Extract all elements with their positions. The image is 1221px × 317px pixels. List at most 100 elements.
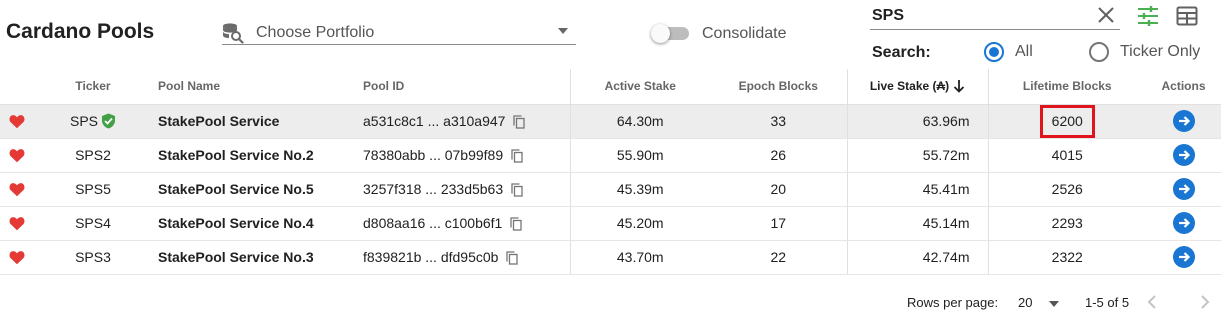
- header-live-stake-label: Live Stake (₳): [869, 79, 950, 94]
- table-row[interactable]: SPS2 StakePool Service No.2 78380abb ...…: [0, 138, 1221, 173]
- lifetime-blocks-cell: 2293: [988, 206, 1146, 241]
- radio-all-label: All: [1015, 43, 1033, 60]
- pool-name-cell: StakePool Service No.5: [152, 172, 352, 207]
- pool-id-text: d808aa16 ... c100b6f1: [363, 215, 503, 231]
- lifetime-blocks-cell: 2526: [988, 172, 1146, 207]
- favorite-cell: [0, 138, 34, 173]
- page-title: Cardano Pools: [6, 20, 155, 43]
- header-active-stake[interactable]: Active Stake: [570, 69, 710, 105]
- pagination-range: 1-5 of 5: [1085, 295, 1130, 310]
- toggle-knob: [651, 24, 670, 43]
- copy-icon[interactable]: [511, 149, 523, 163]
- live-stake-cell: 42.74m: [847, 240, 989, 275]
- portfolio-placeholder: Choose Portfolio: [256, 24, 375, 41]
- ticker-cell: SPS5: [34, 172, 152, 207]
- chevron-down-icon: [558, 28, 568, 34]
- chevron-left-icon[interactable]: [1144, 293, 1160, 311]
- pool-id-text: a531c8c1 ... a310a947: [363, 113, 506, 129]
- header-ticker[interactable]: Ticker: [34, 69, 152, 105]
- ticker-cell: SPS4: [34, 206, 152, 241]
- sliders-icon[interactable]: [1136, 5, 1160, 27]
- lifetime-blocks-cell: 2322: [988, 240, 1146, 275]
- header-pool-id[interactable]: Pool ID: [352, 69, 571, 105]
- table-row[interactable]: SPS StakePool Service a531c8c1 ... a310a…: [0, 104, 1221, 139]
- favorite-cell: [0, 206, 34, 241]
- pool-id-text: 78380abb ... 07b99f89: [363, 147, 504, 163]
- rows-per-page-select[interactable]: 20: [1018, 295, 1032, 310]
- header-pool-name[interactable]: Pool Name: [152, 69, 352, 105]
- epoch-blocks-cell: 17: [710, 206, 848, 241]
- actions-cell: [1146, 172, 1221, 207]
- actions-cell: [1146, 206, 1221, 241]
- active-stake-cell: 64.30m: [570, 104, 710, 139]
- live-stake-cell: 55.72m: [847, 138, 989, 173]
- copy-icon[interactable]: [513, 115, 526, 129]
- arrow-right-circle-icon[interactable]: [1172, 110, 1195, 132]
- favorite-cell: [0, 104, 34, 139]
- close-icon[interactable]: [1096, 5, 1116, 25]
- favorite-cell: [0, 172, 34, 207]
- heart-icon[interactable]: [9, 114, 25, 129]
- arrow-right-circle-icon[interactable]: [1172, 212, 1195, 234]
- portfolio-select[interactable]: Choose Portfolio: [222, 20, 576, 45]
- table-row[interactable]: SPS4 StakePool Service No.4 d808aa16 ...…: [0, 206, 1221, 241]
- active-stake-cell: 45.20m: [570, 206, 710, 241]
- epoch-blocks-cell: 22: [710, 240, 848, 275]
- table-icon[interactable]: [1176, 6, 1198, 26]
- header-actions: Actions: [1146, 69, 1221, 105]
- lifetime-blocks-cell: 4015: [988, 138, 1146, 173]
- pool-id-cell: 3257f318 ... 233d5b63: [352, 172, 571, 207]
- pool-name-cell: StakePool Service No.3: [152, 240, 352, 275]
- header-lifetime-blocks[interactable]: Lifetime Blocks: [988, 69, 1146, 105]
- epoch-blocks-cell: 26: [710, 138, 848, 173]
- database-search-icon: [222, 22, 244, 44]
- pool-name-cell: StakePool Service: [152, 104, 352, 139]
- pool-id-cell: a531c8c1 ... a310a947: [352, 104, 571, 139]
- search-mode-label: Search:: [872, 44, 931, 61]
- pool-name-cell: StakePool Service No.4: [152, 206, 352, 241]
- chevron-down-icon[interactable]: [1049, 301, 1059, 307]
- shield-check-icon: [101, 113, 116, 129]
- header-epoch-blocks[interactable]: Epoch Blocks: [710, 69, 848, 105]
- pool-id-cell: d808aa16 ... c100b6f1: [352, 206, 571, 241]
- pool-id-text: 3257f318 ... 233d5b63: [363, 181, 504, 197]
- chevron-right-icon[interactable]: [1197, 293, 1213, 311]
- live-stake-cell: 45.14m: [847, 206, 989, 241]
- copy-icon[interactable]: [510, 217, 522, 231]
- pool-id-cell: f839821b ... dfd95c0b: [352, 240, 571, 275]
- ticker-text: SPS: [69, 113, 98, 129]
- search-field: [870, 2, 1120, 30]
- arrow-right-circle-icon[interactable]: [1172, 178, 1195, 200]
- pool-name-cell: StakePool Service No.2: [152, 138, 352, 173]
- heart-icon[interactable]: [9, 182, 25, 197]
- pools-table: Ticker Pool Name Pool ID Active Stake Ep…: [0, 69, 1221, 275]
- actions-cell: [1146, 104, 1221, 139]
- radio-ticker-only[interactable]: [1089, 42, 1109, 62]
- lifetime-blocks-highlight: 6200: [1039, 104, 1095, 138]
- heart-icon[interactable]: [9, 148, 25, 163]
- heart-icon[interactable]: [9, 216, 25, 231]
- search-input[interactable]: [872, 5, 1072, 27]
- consolidate-toggle[interactable]: [651, 24, 691, 43]
- actions-cell: [1146, 240, 1221, 275]
- table-row[interactable]: SPS3 StakePool Service No.3 f839821b ...…: [0, 240, 1221, 275]
- live-stake-cell: 63.96m: [847, 104, 989, 139]
- copy-icon[interactable]: [511, 183, 523, 197]
- lifetime-blocks-cell: 6200: [988, 104, 1146, 139]
- header-live-stake[interactable]: Live Stake (₳): [847, 69, 989, 105]
- table-row[interactable]: SPS5 StakePool Service No.5 3257f318 ...…: [0, 172, 1221, 207]
- copy-icon[interactable]: [506, 251, 519, 265]
- header-favorite: [0, 69, 34, 105]
- arrow-right-circle-icon[interactable]: [1172, 246, 1195, 268]
- radio-all[interactable]: [984, 42, 1004, 62]
- arrow-right-circle-icon[interactable]: [1172, 144, 1195, 166]
- active-stake-cell: 43.70m: [570, 240, 710, 275]
- epoch-blocks-cell: 20: [710, 172, 848, 207]
- consolidate-label: Consolidate: [702, 25, 787, 42]
- rows-per-page-label: Rows per page:: [907, 295, 999, 310]
- epoch-blocks-cell: 33: [710, 104, 848, 139]
- ticker-cell: SPS3: [34, 240, 152, 275]
- heart-icon[interactable]: [9, 250, 25, 265]
- radio-ticker-only-label: Ticker Only: [1120, 43, 1201, 60]
- pool-id-cell: 78380abb ... 07b99f89: [352, 138, 571, 173]
